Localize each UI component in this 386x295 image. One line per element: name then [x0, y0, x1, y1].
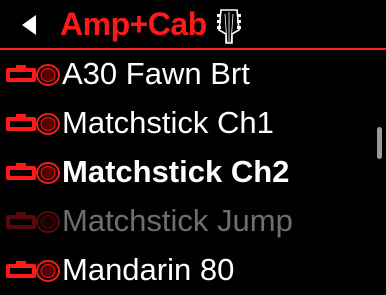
back-arrow-icon	[22, 15, 36, 35]
guitar-headstock-icon	[217, 9, 241, 44]
amp-cab-icon	[6, 211, 60, 233]
list-item[interactable]: Mandarin 80	[0, 246, 370, 295]
item-label: A30 Fawn Brt	[62, 56, 250, 91]
list-item-disabled[interactable]: Matchstick Jump	[0, 197, 370, 246]
item-label: Matchstick Ch2	[62, 154, 290, 189]
back-button[interactable]	[16, 8, 46, 42]
amp-cab-icon	[6, 162, 60, 184]
amp-cab-icon	[6, 64, 60, 86]
page-title: Amp+Cab	[60, 6, 207, 42]
item-label: Matchstick Ch1	[62, 105, 274, 140]
amp-cab-icon	[6, 260, 60, 282]
model-list: A30 Fawn Brt Matchstick Ch1 Matchstick C…	[0, 50, 370, 295]
amp-cab-icon	[6, 113, 60, 135]
list-item-selected[interactable]: Matchstick Ch2	[0, 148, 370, 197]
scroll-thumb[interactable]	[377, 127, 382, 159]
item-label: Mandarin 80	[62, 252, 235, 287]
list-item[interactable]: Matchstick Ch1	[0, 99, 370, 148]
item-label: Matchstick Jump	[62, 203, 293, 238]
list-item[interactable]: A30 Fawn Brt	[0, 50, 370, 99]
header-bar: Amp+Cab	[0, 0, 386, 50]
